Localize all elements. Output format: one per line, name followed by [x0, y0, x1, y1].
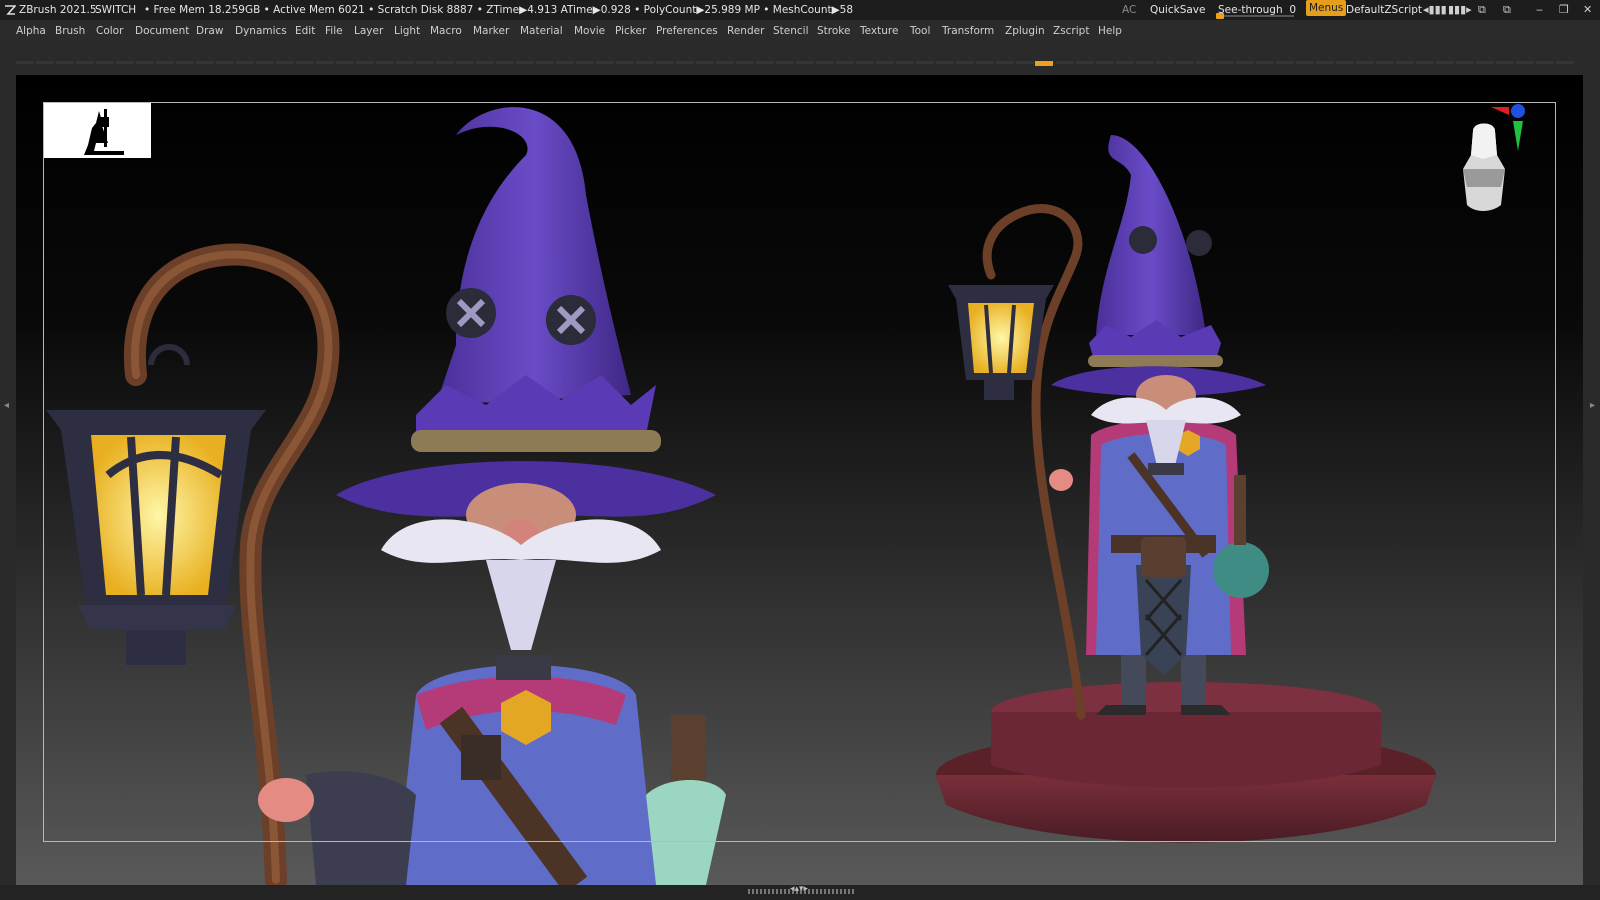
title-bar: ZBrush 2021.5 SWITCH • Free Mem 18.259GB… [0, 0, 1600, 20]
menu-edit[interactable]: Edit [295, 20, 315, 42]
window-icon[interactable]: ⧉ [1478, 3, 1486, 17]
menu-picker[interactable]: Picker [615, 20, 646, 42]
menu-file[interactable]: File [325, 20, 343, 42]
layout-alt-icon[interactable]: ▮▮▮▸ [1448, 3, 1472, 17]
document-frame [43, 102, 1556, 842]
menu-texture[interactable]: Texture [860, 20, 898, 42]
shelf-divider[interactable] [16, 61, 1576, 64]
menu-draw[interactable]: Draw [196, 20, 223, 42]
menu-bar: Alpha Brush Color Document Draw Dynamics… [0, 20, 1600, 42]
menu-preferences[interactable]: Preferences [656, 20, 718, 42]
see-through-slider[interactable]: See-through 0 [1218, 0, 1296, 20]
navigator-thumbnail[interactable] [44, 103, 151, 158]
menu-document[interactable]: Document [135, 20, 189, 42]
top-shelf [0, 42, 1600, 72]
menu-transform[interactable]: Transform [942, 20, 994, 42]
zbrush-logo-icon[interactable] [4, 4, 16, 16]
menu-zplugin[interactable]: Zplugin [1005, 20, 1045, 42]
menu-tool[interactable]: Tool [910, 20, 930, 42]
menu-help[interactable]: Help [1098, 20, 1122, 42]
menus-toggle-button[interactable]: Menus [1306, 0, 1347, 16]
memory-status: • Free Mem 18.259GB • Active Mem 6021 • … [144, 4, 854, 16]
close-icon[interactable]: ✕ [1583, 3, 1592, 17]
menu-macro[interactable]: Macro [430, 20, 462, 42]
menu-movie[interactable]: Movie [574, 20, 605, 42]
menu-marker[interactable]: Marker [473, 20, 509, 42]
menu-stroke[interactable]: Stroke [817, 20, 850, 42]
see-through-knob[interactable] [1216, 13, 1224, 19]
menu-stencil[interactable]: Stencil [773, 20, 809, 42]
document-canvas[interactable] [16, 75, 1583, 885]
right-tray-handle[interactable]: ▸ [1590, 400, 1596, 500]
axis-gizmo-icon[interactable] [1461, 103, 1561, 213]
menu-brush[interactable]: Brush [55, 20, 85, 42]
minimize-icon[interactable]: ‒ [1536, 3, 1543, 17]
tray-toggle-icon[interactable]: ◂▴▾▸ [790, 884, 808, 894]
maximize-icon[interactable]: ❐ [1559, 3, 1569, 17]
bottom-tray: ◂▴▾▸ [0, 884, 1600, 900]
menu-alpha[interactable]: Alpha [16, 20, 46, 42]
restore-icon[interactable]: ⧉ [1503, 3, 1511, 17]
menu-zscript[interactable]: Zscript [1053, 20, 1089, 42]
quicksave-button[interactable]: QuickSave [1150, 0, 1205, 20]
see-through-track[interactable] [1216, 13, 1294, 19]
layout-icon[interactable]: ◂▮▮▮ [1423, 3, 1447, 17]
ac-label[interactable]: AC [1122, 0, 1136, 20]
menu-color[interactable]: Color [96, 20, 123, 42]
menu-layer[interactable]: Layer [354, 20, 383, 42]
menu-material[interactable]: Material [520, 20, 563, 42]
menu-render[interactable]: Render [727, 20, 764, 42]
menu-dynamics[interactable]: Dynamics [235, 20, 287, 42]
app-title: ZBrush 2021.5 [19, 4, 97, 16]
left-tray-handle[interactable]: ◂ [4, 400, 10, 500]
shelf-marker[interactable] [1035, 61, 1053, 66]
switch-button[interactable]: SWITCH [95, 0, 136, 20]
default-zscript-button[interactable]: DefaultZScript [1346, 0, 1422, 20]
menu-light[interactable]: Light [394, 20, 420, 42]
